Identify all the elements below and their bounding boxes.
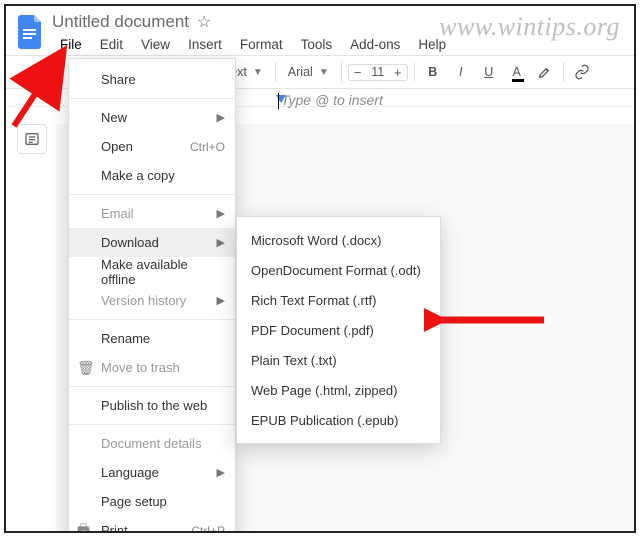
download-odt[interactable]: OpenDocument Format (.odt)	[237, 255, 440, 285]
submenu-arrow-icon: ▶	[217, 111, 225, 124]
font-size-increase[interactable]: +	[389, 65, 407, 80]
file-menu-trash: 🗑Move to trash	[69, 353, 235, 382]
font-size-decrease[interactable]: −	[349, 65, 367, 80]
shortcut-label: Ctrl+P	[191, 524, 225, 534]
download-epub[interactable]: EPUB Publication (.epub)	[237, 405, 440, 435]
italic-button[interactable]: I	[449, 60, 473, 84]
toolbar-separator	[414, 62, 415, 82]
highlight-button[interactable]	[533, 60, 557, 84]
chevron-down-icon: ▼	[253, 67, 263, 78]
menu-separator	[69, 319, 235, 320]
toolbar-separator	[341, 62, 342, 82]
menubar: File Edit View Insert Format Tools Add-o…	[52, 34, 626, 55]
menu-addons[interactable]: Add-ons	[342, 34, 408, 55]
menu-separator	[69, 424, 235, 425]
file-menu-version-history: Version history▶	[69, 286, 235, 315]
file-menu-dropdown: Share New▶ OpenCtrl+O Make a copy Email▶…	[68, 58, 236, 533]
file-menu-share[interactable]: Share	[69, 65, 235, 94]
file-menu-download[interactable]: Download▶	[69, 228, 235, 257]
file-menu-email: Email▶	[69, 199, 235, 228]
menu-edit[interactable]: Edit	[92, 34, 131, 55]
docs-logo[interactable]	[14, 12, 48, 52]
editor-placeholder: Type @ to insert	[278, 92, 383, 109]
menu-separator	[69, 194, 235, 195]
shortcut-label: Ctrl+O	[190, 140, 225, 154]
submenu-arrow-icon: ▶	[217, 236, 225, 249]
print-icon: 🖶	[77, 519, 90, 534]
underline-button[interactable]: U	[477, 60, 501, 84]
menu-help[interactable]: Help	[410, 34, 454, 55]
download-docx[interactable]: Microsoft Word (.docx)	[237, 225, 440, 255]
menu-format[interactable]: Format	[232, 34, 291, 55]
star-icon[interactable]: ☆	[197, 12, 211, 32]
toolbar-separator	[563, 62, 564, 82]
outline-toggle[interactable]	[17, 124, 47, 154]
menu-separator	[69, 386, 235, 387]
toolbar-separator	[275, 62, 276, 82]
font-dropdown[interactable]: Arial ▼	[282, 65, 335, 79]
menu-tools[interactable]: Tools	[293, 34, 341, 55]
file-menu-new[interactable]: New▶	[69, 103, 235, 132]
download-pdf[interactable]: PDF Document (.pdf)	[237, 315, 440, 345]
document-title[interactable]: Untitled document	[52, 12, 189, 32]
left-rail	[12, 124, 52, 154]
download-rtf[interactable]: Rich Text Format (.rtf)	[237, 285, 440, 315]
submenu-arrow-icon: ▶	[217, 294, 225, 307]
menu-separator	[69, 98, 235, 99]
chevron-down-icon: ▼	[319, 67, 329, 78]
menu-file[interactable]: File	[52, 34, 90, 55]
trash-icon: 🗑	[77, 359, 95, 376]
app-header: Untitled document ☆ File Edit View Inser…	[6, 6, 634, 55]
menu-insert[interactable]: Insert	[180, 34, 230, 55]
file-menu-page-setup[interactable]: Page setup	[69, 487, 235, 516]
font-size-value[interactable]: 11	[367, 65, 389, 79]
file-menu-rename[interactable]: Rename	[69, 324, 235, 353]
file-menu-print[interactable]: 🖶PrintCtrl+P	[69, 516, 235, 533]
file-menu-offline[interactable]: Make available offline	[69, 257, 235, 286]
file-menu-open[interactable]: OpenCtrl+O	[69, 132, 235, 161]
bold-button[interactable]: B	[421, 60, 445, 84]
file-menu-language[interactable]: Language▶	[69, 458, 235, 487]
font-size-control: − 11 +	[348, 64, 408, 81]
file-menu-publish[interactable]: Publish to the web	[69, 391, 235, 420]
download-txt[interactable]: Plain Text (.txt)	[237, 345, 440, 375]
insert-link-button[interactable]	[570, 60, 594, 84]
font-label: Arial	[288, 65, 313, 79]
text-color-button[interactable]: A	[505, 60, 529, 84]
menu-view[interactable]: View	[133, 34, 178, 55]
download-html[interactable]: Web Page (.html, zipped)	[237, 375, 440, 405]
file-menu-make-copy[interactable]: Make a copy	[69, 161, 235, 190]
submenu-arrow-icon: ▶	[217, 207, 225, 220]
download-submenu: Microsoft Word (.docx) OpenDocument Form…	[236, 216, 441, 444]
file-menu-details: Document details	[69, 429, 235, 458]
submenu-arrow-icon: ▶	[217, 466, 225, 479]
